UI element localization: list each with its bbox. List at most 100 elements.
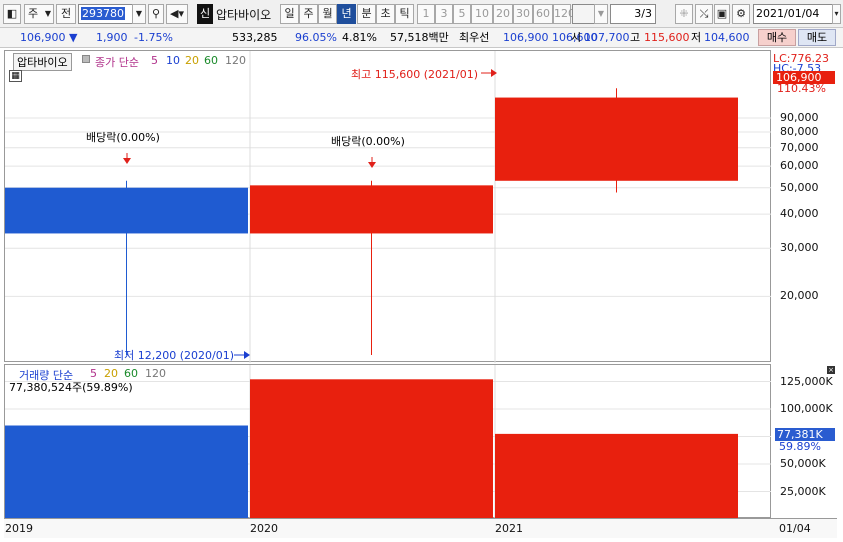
volume-tick-label: 125,000K: [780, 374, 833, 388]
period-week[interactable]: 주: [299, 4, 318, 24]
price-tick-label: 20,000: [780, 289, 819, 303]
ma-10: 10: [166, 54, 180, 67]
period-tick[interactable]: 틱: [395, 4, 414, 24]
candle-body-2020: [250, 185, 493, 234]
dividend-annotation-2020: 배당락(0.00%): [331, 135, 405, 148]
interval-20[interactable]: 20: [493, 4, 513, 24]
open-value: 107,700: [584, 31, 630, 44]
price-legend-ma-label: 종가 단순: [95, 56, 139, 69]
window-menu-icon[interactable]: ◧: [3, 4, 21, 24]
close-panel-icon[interactable]: ×: [827, 366, 835, 374]
custom-interval-dropdown-icon[interactable]: ▼: [594, 4, 608, 24]
sell-button[interactable]: 매도: [798, 29, 836, 46]
dividend-arrow-2019-head: [123, 158, 131, 164]
ma-60: 60: [204, 54, 218, 67]
low-annotation: 최저 12,200 (2020/01): [114, 349, 235, 362]
candle-body-2021: [495, 97, 738, 181]
code-input[interactable]: 293780: [78, 4, 136, 24]
low-value: 104,600: [704, 31, 750, 44]
credit-badge: 신: [197, 4, 213, 24]
volume-current: 77,380,524주(59.89%): [9, 381, 133, 394]
code-dropdown-icon[interactable]: ▼: [132, 4, 146, 24]
price-change-pct: -1.75%: [134, 31, 173, 44]
y-axis: LC:776.23 HC:-7.53 106,900 110.43% 90,00…: [771, 50, 837, 518]
buy-button[interactable]: 매수: [758, 29, 796, 46]
calendar-dropdown-icon[interactable]: ▾: [832, 4, 841, 24]
interval-1[interactable]: 1: [417, 4, 435, 24]
volume-tick-label: 25,000K: [780, 484, 826, 498]
gear-icon[interactable]: ⚙: [732, 4, 750, 24]
price-tick-label: 80,000: [780, 124, 819, 138]
interval-5[interactable]: 5: [453, 4, 471, 24]
ma-20: 20: [185, 54, 199, 67]
draw-line-icon[interactable]: ⤯: [695, 4, 713, 24]
legend-toggle-icon[interactable]: [82, 55, 90, 63]
open-label: 시: [571, 31, 582, 44]
price-tick-label: 50,000: [780, 180, 819, 194]
period-day[interactable]: 일: [280, 4, 299, 24]
volume-bar-2020: [250, 379, 493, 519]
best-quote-label: 최우선: [459, 31, 490, 44]
page-indicator: 3/3: [610, 4, 656, 24]
price-tick-label: 70,000: [780, 140, 819, 154]
sound-icon[interactable]: ◀▾: [166, 4, 188, 24]
interval-60[interactable]: 60: [533, 4, 553, 24]
ma-5: 5: [151, 54, 158, 67]
period-year[interactable]: 년: [337, 4, 356, 24]
type-select[interactable]: 주 ▼: [24, 4, 54, 24]
vol-ma-120: 120: [145, 367, 166, 380]
volume-chart-panel: 거래량 단순 5 20 60 120 77,380,524주(59.89%): [4, 364, 772, 519]
price-tag-pct: 110.43%: [777, 82, 826, 95]
turnover-pct: 4.81%: [342, 31, 377, 44]
period-minute[interactable]: 분: [357, 4, 376, 24]
x-label-2021: 2021: [495, 522, 523, 535]
price-tick-label: 30,000: [780, 241, 819, 255]
price-legend-name[interactable]: 압타바이오: [13, 53, 72, 71]
prev-button[interactable]: 전: [56, 4, 76, 24]
save-icon[interactable]: ▣: [714, 4, 730, 24]
volume-value: 533,285: [232, 31, 278, 44]
x-label-2020: 2020: [250, 522, 278, 535]
chevron-down-icon: ▼: [44, 9, 51, 18]
volume-ratio: 96.05%: [295, 31, 337, 44]
interval-30[interactable]: 30: [513, 4, 533, 24]
volume-tick-label: 100,000K: [780, 402, 833, 415]
best-ask: 106,900: [503, 31, 549, 44]
dividend-annotation-2019: 배당락(0.00%): [86, 131, 160, 144]
table-view-icon[interactable]: ▦: [9, 70, 22, 82]
date-input[interactable]: 2021/01/04: [753, 4, 833, 24]
volume-bar-2019: [5, 425, 248, 519]
candle-body-2019: [5, 187, 248, 234]
crosshair-icon[interactable]: ⁜: [675, 4, 693, 24]
price-chart-panel: 압타바이오 종가 단순 5 10 20 60 120 ▦ 배당락(0.00%) …: [4, 50, 772, 363]
dividend-arrow-2020-head: [368, 162, 376, 168]
interval-10[interactable]: 10: [471, 4, 493, 24]
toolbar: ◧ 주 ▼ 전 293780 ▼ ⚲ ◀▾ 신 압타바이오 일 주 월 년 분 초…: [0, 0, 843, 28]
quote-bar: 106,900 ▼ 1,900 -1.75% 533,285 96.05% 4.…: [0, 28, 843, 48]
volume-tick-label: 50,000K: [780, 457, 826, 470]
period-second[interactable]: 초: [376, 4, 395, 24]
high-label: 고: [630, 31, 641, 44]
low-label: 저: [691, 31, 702, 44]
type-select-value: 주: [28, 7, 39, 20]
price-tick-label: 90,000: [780, 110, 819, 124]
ma-120: 120: [225, 54, 246, 67]
price-chart: [5, 51, 772, 363]
price-tick-label: 60,000: [780, 159, 819, 173]
current-price: 106,900 ▼: [20, 31, 78, 44]
price-change: 1,900: [96, 31, 128, 44]
high-annotation: 최고 115,600 (2021/01): [351, 68, 479, 81]
volume-tag-pct: 59.89%: [779, 440, 821, 453]
code-value: 293780: [81, 7, 125, 20]
price-tick-label: 40,000: [780, 207, 819, 221]
interval-3[interactable]: 3: [435, 4, 453, 24]
volume-bar-2021: [495, 433, 738, 519]
interval-120[interactable]: 120: [553, 4, 575, 24]
search-icon[interactable]: ⚲: [148, 4, 164, 24]
low-arrow-head: [244, 351, 250, 359]
trade-amount: 57,518백만: [390, 31, 449, 44]
high-arrow-head: [491, 69, 497, 77]
period-month[interactable]: 월: [318, 4, 337, 24]
x-axis: 2019 2020 2021 01/04: [4, 518, 837, 538]
x-label-2019: 2019: [5, 522, 33, 535]
